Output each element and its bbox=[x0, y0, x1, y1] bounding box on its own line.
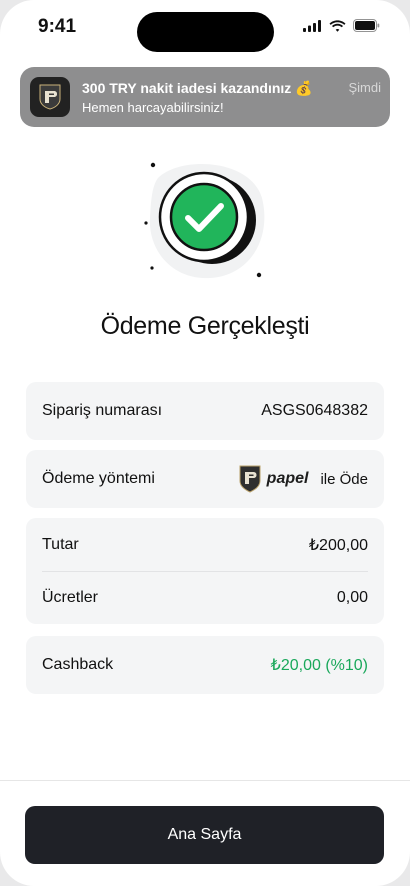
amount-label: Tutar bbox=[42, 536, 79, 553]
amount-row: Tutar ₺200,00 bbox=[26, 518, 384, 572]
status-time: 9:41 bbox=[38, 16, 77, 37]
cashback-card: Cashback ₺20,00 (%10) bbox=[26, 636, 384, 694]
papel-brand-icon bbox=[239, 465, 261, 493]
papel-app-icon bbox=[30, 77, 70, 117]
papel-brand-name: papel bbox=[266, 470, 309, 487]
notification-time: Şimdi bbox=[348, 80, 381, 95]
home-button[interactable]: Ana Sayfa bbox=[25, 806, 384, 864]
push-notification[interactable]: 300 TRY nakit iadesi kazandınız 💰 Hemen … bbox=[20, 67, 390, 127]
phone-screen: 9:41 300 TRY nakit iadesi kazandınız 💰 H… bbox=[0, 0, 410, 886]
order-number-card: Sipariş numarası ASGS0648382 bbox=[26, 382, 384, 440]
cashback-value: ₺20,00 (%10) bbox=[270, 657, 368, 674]
status-bar: 9:41 bbox=[0, 0, 410, 58]
order-number-row: Sipariş numarası ASGS0648382 bbox=[26, 382, 384, 440]
footer-divider bbox=[0, 780, 410, 781]
notification-title: 300 TRY nakit iadesi kazandınız 💰 bbox=[82, 80, 313, 96]
notification-body: Hemen harcayabilirsiniz! bbox=[82, 100, 224, 115]
fees-label: Ücretler bbox=[42, 589, 99, 606]
order-number-label: Sipariş numarası bbox=[42, 402, 163, 419]
amount-card: Tutar ₺200,00 Ücretler 0,00 bbox=[26, 518, 384, 624]
payment-method-label: Ödeme yöntemi bbox=[42, 470, 155, 487]
cashback-row: Cashback ₺20,00 (%10) bbox=[26, 636, 384, 694]
payment-method-card: Ödeme yöntemi papel ile Öde bbox=[26, 450, 384, 508]
signal-icon bbox=[303, 19, 321, 32]
cashback-label: Cashback bbox=[42, 656, 114, 673]
amount-value: ₺200,00 bbox=[308, 537, 368, 554]
dynamic-island bbox=[137, 12, 274, 52]
payment-method-row: Ödeme yöntemi papel ile Öde bbox=[26, 450, 384, 508]
payment-method-suffix: ile Öde bbox=[320, 470, 368, 488]
payment-method-value: papel ile Öde bbox=[239, 465, 368, 493]
battery-icon bbox=[353, 19, 380, 32]
page-title: Ödeme Gerçekleşti bbox=[100, 312, 310, 340]
success-check-icon bbox=[144, 162, 265, 279]
wifi-icon bbox=[329, 19, 346, 32]
fees-value: 0,00 bbox=[336, 589, 368, 606]
order-number-value: ASGS0648382 bbox=[261, 402, 368, 419]
fees-row: Ücretler 0,00 bbox=[26, 572, 384, 624]
status-icons bbox=[303, 19, 380, 32]
